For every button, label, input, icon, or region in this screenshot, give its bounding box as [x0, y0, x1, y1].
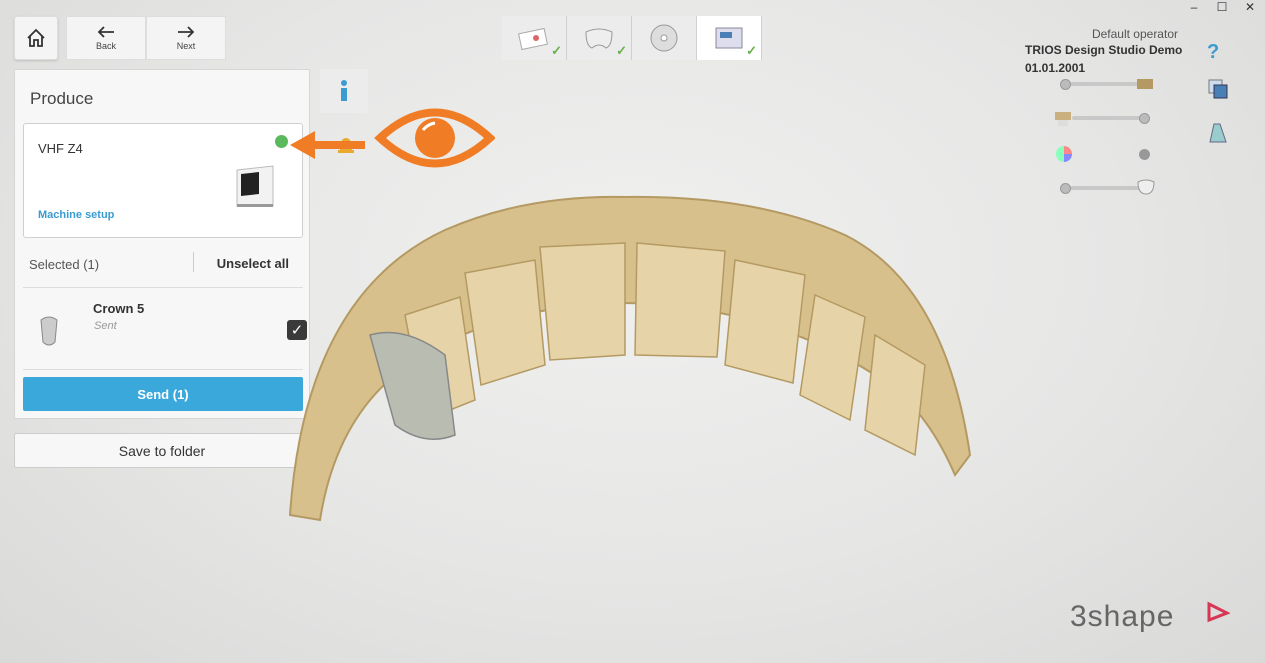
brand-triangle-icon [1207, 601, 1230, 623]
item-name: Crown 5 [93, 301, 145, 316]
panel-title: Produce [30, 89, 94, 108]
machine-card[interactable]: VHF Z4 Machine setup [23, 123, 303, 238]
check-icon: ✓ [551, 43, 562, 58]
arrow-right-icon [178, 26, 195, 38]
opacity-slider-1[interactable] [1062, 82, 1142, 86]
arrow-left-icon [97, 26, 114, 38]
send-button[interactable]: Send (1) [23, 377, 303, 411]
divider [193, 252, 194, 272]
next-button[interactable]: Next [146, 16, 226, 60]
item-status: Sent [94, 320, 117, 332]
disc-icon [650, 24, 678, 52]
annotation-arrow-icon [290, 108, 495, 168]
opacity-slider-3[interactable] [1062, 186, 1142, 190]
unselect-all-button[interactable]: Unselect all [217, 256, 289, 271]
project-date: 01.01.2001 [1025, 61, 1086, 75]
machine-icon [715, 27, 743, 49]
save-to-folder-button[interactable]: Save to folder [14, 433, 310, 468]
milling-machine-icon [236, 165, 274, 207]
dental-arch-model[interactable] [285, 185, 975, 525]
model-icon [1137, 79, 1153, 89]
color-map-icon[interactable] [1055, 145, 1073, 163]
machine-setup-link[interactable]: Machine setup [38, 209, 114, 221]
back-button[interactable]: Back [66, 16, 146, 60]
project-name: TRIOS Design Studio Demo [1025, 43, 1183, 57]
maximize-button[interactable]: ☐ [1215, 0, 1229, 14]
machine-name: VHF Z4 [38, 141, 83, 156]
step-design[interactable]: ✓ [567, 16, 632, 60]
divider [23, 287, 303, 288]
tooth-view-icon[interactable] [1206, 120, 1228, 144]
divider [23, 369, 303, 370]
crown-item-icon [40, 316, 58, 346]
slider-knob[interactable] [1060, 79, 1071, 90]
home-icon [27, 28, 45, 47]
step-nest[interactable] [632, 16, 697, 60]
close-button[interactable]: ✕ [1243, 0, 1257, 14]
next-label: Next [176, 41, 196, 51]
produce-panel: Produce VHF Z4 Machine setup Selected (1… [14, 69, 310, 419]
home-button[interactable] [14, 16, 58, 60]
window-controls: – ☐ ✕ [1187, 0, 1257, 14]
minimize-button[interactable]: – [1187, 0, 1201, 14]
check-icon: ✓ [616, 43, 627, 58]
check-icon: ✓ [746, 43, 757, 58]
operator-name: Default operator [1091, 27, 1178, 41]
step-produce[interactable]: ✓ [697, 16, 762, 60]
help-icon[interactable]: ? [1205, 40, 1223, 62]
opacity-slider-2[interactable] [1072, 116, 1144, 120]
slider-knob[interactable] [1139, 149, 1150, 160]
workflow-steps: ✓ ✓ ✓ [502, 16, 762, 60]
order-form-icon [518, 27, 548, 51]
tooth-icon [1137, 179, 1155, 195]
crown-icon [585, 28, 613, 49]
brand-logo: 3shape [1070, 600, 1175, 633]
step-order[interactable]: ✓ [502, 16, 567, 60]
back-label: Back [95, 41, 116, 51]
selected-count: Selected (1) [29, 257, 100, 272]
copy-window-icon[interactable] [1207, 78, 1229, 100]
slider-knob[interactable] [1060, 183, 1071, 194]
slider-knob[interactable] [1139, 113, 1150, 124]
svg-text:?: ? [1207, 41, 1219, 62]
crown-model-icon [1055, 112, 1071, 126]
